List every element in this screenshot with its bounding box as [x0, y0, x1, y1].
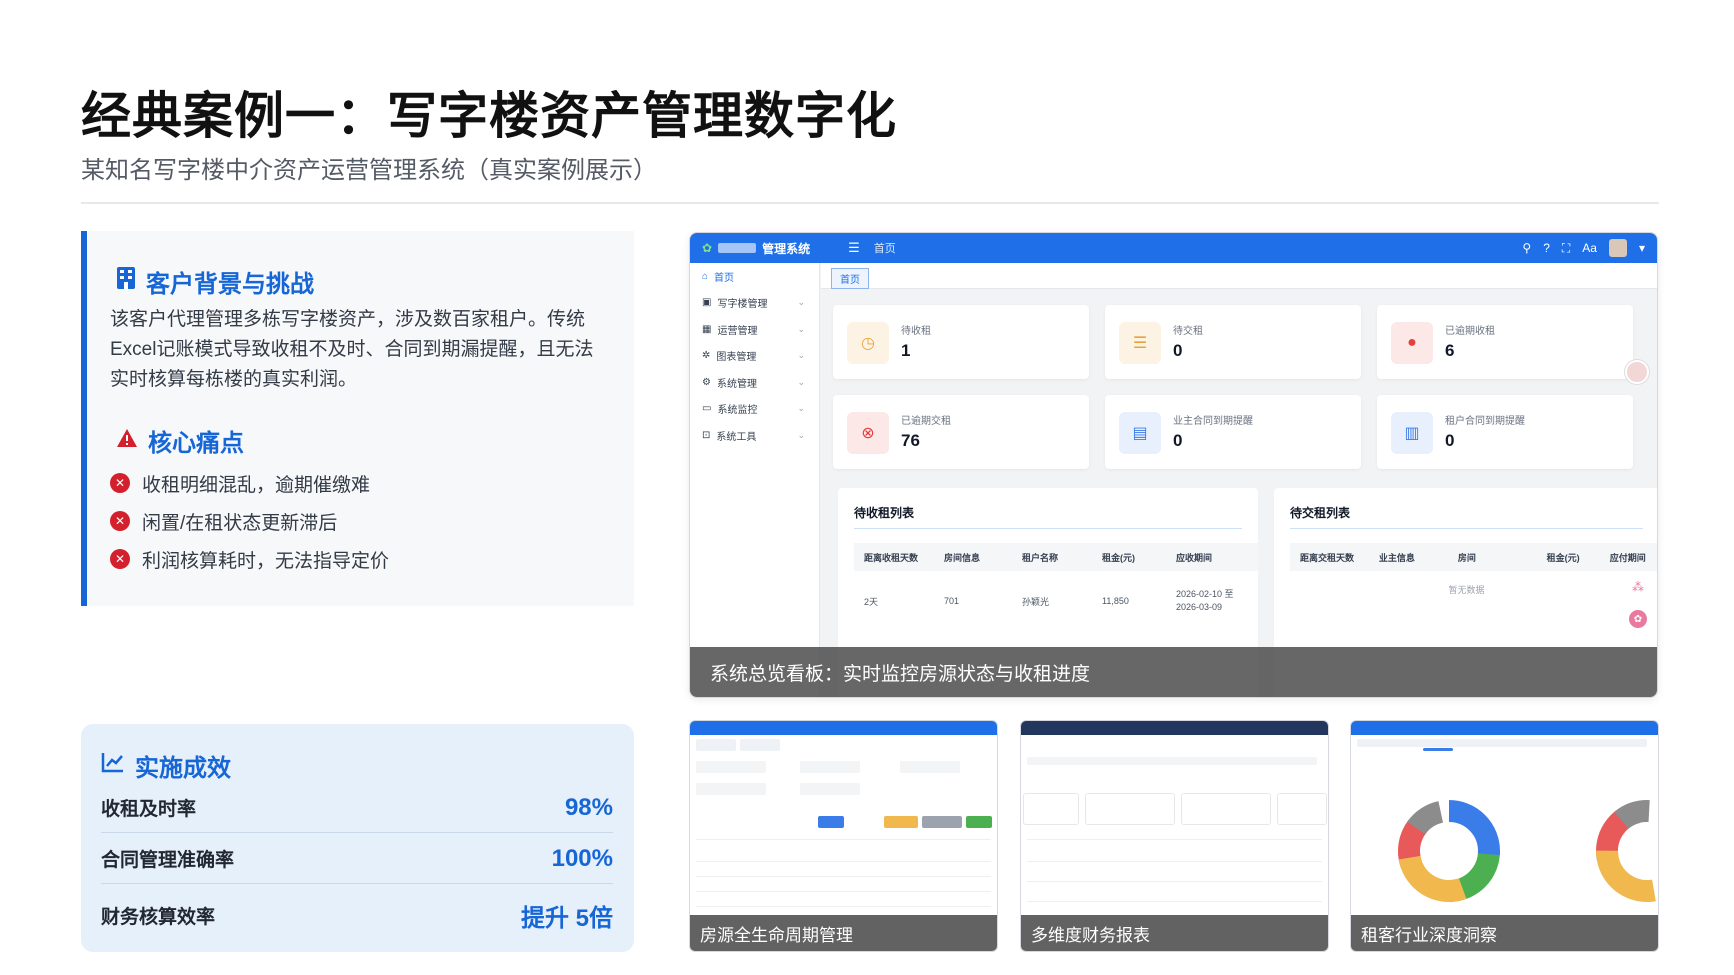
sidebar-item-system[interactable]: ⚙ 系统管理 ⌄ — [690, 369, 819, 396]
list-item: ✕ 闲置/在租状态更新滞后 — [110, 502, 389, 540]
building-icon — [116, 266, 136, 297]
sidebar-item-tools[interactable]: ⊡ 系统工具 ⌄ — [690, 422, 819, 449]
layout-icon[interactable]: ⁂ — [1629, 578, 1647, 596]
screenshot-caption: 系统总览看板：实时监控房源状态与收租进度 — [690, 647, 1657, 697]
stat-card[interactable]: ⊗ 已逾期交租 76 — [833, 395, 1089, 469]
chevron-down-icon: ⌄ — [797, 376, 805, 387]
leaf-logo-icon: ✿ — [702, 241, 713, 255]
empty-state: 暂无数据 — [1448, 585, 1485, 595]
assistant-avatar[interactable] — [1625, 360, 1649, 384]
table-header: 距离交租天数 业主信息 房间 租金(元) 应付期间 — [1290, 543, 1657, 571]
toolbox-icon: ⊡ — [702, 429, 711, 441]
home-icon: ⌂ — [702, 270, 709, 282]
app-topbar: ✿ 管理系统 ☰ 首页 ⚲ ? ⛶ Aa ▾ — [690, 233, 1657, 263]
thumbnail-financial-reports[interactable]: 多维度财务报表 — [1020, 720, 1329, 952]
pain-list: ✕ 收租明细混乱，逾期催缴难 ✕ 闲置/在租状态更新滞后 ✕ 利润核算耗时，无法指导定… — [110, 464, 389, 578]
thumbnail-tenant-insights[interactable]: 租客行业深度洞察 — [1350, 720, 1659, 952]
sidebar-item-buildings[interactable]: ▣ 写字楼管理 ⌄ — [690, 290, 819, 317]
stat-card[interactable]: ◷ 待收租 1 — [833, 305, 1089, 379]
table-header: 距离收租天数 房间信息 租户名称 租金(元) 应收期间 — [854, 543, 1258, 571]
list-item: ✕ 收租明细混乱，逾期催缴难 — [110, 464, 389, 502]
results-heading: 实施成效 — [101, 748, 231, 783]
tab-bar: 首页 — [821, 263, 1657, 289]
font-size-icon[interactable]: Aa — [1582, 241, 1597, 255]
chevron-down-icon: ⌄ — [797, 323, 805, 334]
thumbnail-caption: 房源全生命周期管理 — [690, 915, 997, 951]
list-item: ✕ 利润核算耗时，无法指导定价 — [110, 540, 389, 578]
chart-icon: ✲ — [702, 350, 711, 362]
building-icon: ▣ — [702, 297, 712, 309]
background-title: 客户背景与挑战 — [146, 271, 314, 298]
gear-icon: ⚙ — [702, 376, 711, 388]
coins-icon: ☰ — [1119, 322, 1161, 364]
chevron-down-icon[interactable]: ▾ — [1639, 241, 1645, 255]
result-row: 合同管理准确率 100% — [101, 834, 613, 884]
chevron-down-icon: ⌄ — [797, 297, 805, 308]
sidebar-item-monitor[interactable]: ▭ 系统监控 ⌄ — [690, 396, 819, 423]
contract-icon: ▥ — [1391, 412, 1433, 454]
stat-card[interactable]: ☰ 待交租 0 — [1105, 305, 1361, 379]
pain-title: 核心痛点 — [148, 430, 244, 457]
tab-home[interactable]: 首页 — [831, 268, 869, 289]
stat-card[interactable]: ▤ 业主合同到期提醒 0 — [1105, 395, 1361, 469]
thumbnail-caption: 租客行业深度洞察 — [1351, 915, 1658, 951]
sidebar-item-charts[interactable]: ✲ 图表管理 ⌄ — [690, 343, 819, 370]
result-row: 财务核算效率 提升 5倍 — [101, 904, 613, 932]
monitor-icon: ▭ — [702, 403, 712, 415]
palette-icon[interactable]: ✿ — [1629, 610, 1647, 628]
sidebar-item-operations[interactable]: ▦ 运营管理 ⌄ — [690, 316, 819, 343]
help-icon[interactable]: ? — [1543, 241, 1550, 255]
table-row[interactable]: 2天 701 孙颖光 11,850 2026-02-10 至 2026-03-0… — [854, 576, 1258, 626]
result-row: 收租及时率 98% — [101, 783, 613, 833]
stat-card[interactable]: ● 已逾期收租 6 — [1377, 305, 1633, 379]
chevron-down-icon: ⌄ — [797, 429, 805, 440]
sidebar-item-home[interactable]: ⌂ 首页 — [690, 263, 819, 290]
fullscreen-icon[interactable]: ⛶ — [1562, 241, 1570, 256]
github-icon[interactable]: ⚲ — [1522, 241, 1531, 255]
breadcrumb[interactable]: 首页 — [874, 240, 896, 256]
blurred-name — [718, 243, 757, 253]
page-subtitle: 某知名写字楼中介资产运营管理系统（真实案例展示） — [81, 157, 657, 184]
close-icon: ✕ — [110, 473, 130, 493]
donut-chart-graphic — [1398, 800, 1500, 902]
app-sidebar: ⌂ 首页 ▣ 写字楼管理 ⌄ ▦ 运营管理 ⌄ ✲ 图表管理 ⌄ ⚙ 系统管理 ⌄ ▭ 系统监控 ⌄ … — [690, 263, 820, 697]
avatar[interactable] — [1608, 239, 1627, 257]
chevron-down-icon: ⌄ — [797, 403, 805, 414]
topbar-tools: ⚲ ? ⛶ Aa ▾ — [1522, 239, 1645, 257]
chevron-down-icon: ⌄ — [797, 350, 805, 361]
page-title: 经典案例一：写字楼资产管理数字化 — [81, 88, 897, 144]
background-text: 该客户代理管理多栋写字楼资产，涉及数百家租户。传统Excel记账模式导致收租不及… — [110, 309, 594, 390]
warning-icon — [116, 427, 138, 455]
close-icon: ✕ — [110, 549, 130, 569]
menu-toggle-icon[interactable]: ☰ — [848, 240, 860, 256]
clock-icon: ◷ — [847, 322, 889, 364]
thumbnail-property-lifecycle[interactable]: 房源全生命周期管理 — [689, 720, 998, 952]
document-icon: ▤ — [1119, 412, 1161, 454]
pain-heading: 核心痛点 — [116, 423, 244, 458]
donut-chart-graphic — [1596, 800, 1658, 902]
thumbnail-caption: 多维度财务报表 — [1021, 915, 1328, 951]
alert-icon: ● — [1391, 322, 1433, 364]
line-chart-icon — [101, 751, 125, 780]
header-divider — [81, 202, 1659, 204]
results-title: 实施成效 — [135, 755, 231, 782]
app-brand: ✿ 管理系统 — [702, 241, 811, 256]
cancel-circle-icon: ⊗ — [847, 412, 889, 454]
stat-card[interactable]: ▥ 租户合同到期提醒 0 — [1377, 395, 1633, 469]
grid-icon: ▦ — [702, 323, 712, 335]
background-heading: 客户背景与挑战 — [116, 264, 314, 299]
dashboard-screenshot: ✿ 管理系统 ☰ 首页 ⚲ ? ⛶ Aa ▾ ⌂ 首页 ▣ 写字楼管理 ⌄ ▦ 运营管理… — [689, 232, 1658, 698]
close-icon: ✕ — [110, 511, 130, 531]
